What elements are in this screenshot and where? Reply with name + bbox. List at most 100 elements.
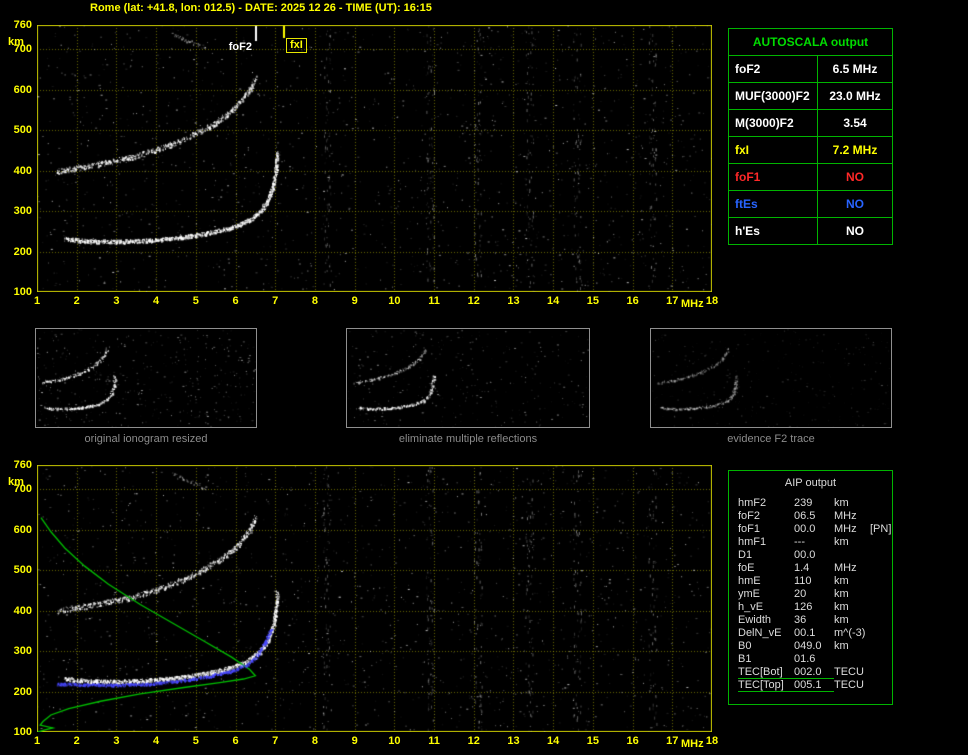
aip-unit: MHz: [834, 523, 857, 535]
aip-extra: [870, 536, 892, 549]
aip-unit: km: [834, 588, 849, 600]
thumbnail-evidence-f2: evidence F2 trace: [650, 328, 892, 445]
aip-extra: [870, 627, 892, 640]
aip-value: 110: [794, 575, 812, 587]
autoscala-row-MUF(3000)F2: MUF(3000)F2 23.0 MHz: [729, 83, 892, 110]
thumbnail-original: original ionogram resized: [35, 328, 257, 445]
aip-param: B0: [738, 640, 752, 652]
aip-value: 002.0: [794, 666, 834, 679]
autoscala-param: M(3000)F2: [729, 110, 818, 136]
ionogram-main-canvas: [37, 25, 712, 292]
restored-plot-xtick-13: 13: [507, 735, 520, 747]
aip-param: TEC[Top]: [738, 679, 794, 692]
autoscala-param: h'Es: [729, 218, 818, 244]
thumbnail-evidence-f2-caption: evidence F2 trace: [727, 433, 815, 445]
main-plot-xtick-17: 17: [666, 295, 679, 307]
main-plot-xtick-6: 6: [232, 295, 239, 307]
restored-plot-ytick-700: 700: [13, 483, 32, 496]
main-plot-xtick-14: 14: [547, 295, 560, 307]
autoscala-row-M(3000)F2: M(3000)F2 3.54: [729, 110, 892, 137]
restored-plot-xtick-8: 8: [311, 735, 318, 747]
aip-extra: [870, 640, 892, 653]
main-plot-xtick-10: 10: [388, 295, 401, 307]
aip-extra: [870, 562, 892, 575]
aip-param: hmF2: [738, 497, 767, 509]
main-plot-ytick-200: 200: [13, 245, 32, 258]
aip-param: D1: [738, 549, 753, 561]
aip-value: 06.5: [794, 510, 816, 522]
aip-unit: [834, 549, 870, 562]
aip-param: foF1: [738, 523, 761, 535]
aip-row-B1: B1 01.6: [729, 653, 892, 666]
main-plot-xtick-18: 18: [705, 295, 719, 307]
restored-plot-ytick-760: 760: [13, 459, 32, 471]
aip-value: 36: [794, 614, 807, 626]
aip-unit: MHz: [834, 510, 857, 522]
aip-extra: [870, 510, 892, 523]
aip-row-hmF1: hmF1 --- km: [729, 536, 892, 549]
aip-row-TEC[Bot]: TEC[Bot] 002.0 TECU: [729, 666, 892, 679]
main-plot-xtick-12: 12: [467, 295, 480, 307]
autoscala-param: foF1: [729, 164, 818, 190]
aip-param: hmE: [738, 575, 761, 587]
aip-extra: [870, 653, 892, 666]
aip-row-Ewidth: Ewidth 36 km: [729, 614, 892, 627]
autoscala-row-fxI: fxI 7.2 MHz: [729, 137, 892, 164]
restored-plot-xtick-15: 15: [586, 735, 599, 747]
restored-plot-ytick-600: 600: [13, 523, 32, 536]
autoscala-header: AUTOSCALA output: [729, 29, 892, 56]
autoscala-value: 6.5 MHz: [832, 62, 878, 76]
aip-row-foF2: foF2 06.5 MHz: [729, 510, 892, 523]
restored-plot-xtick-11: 11: [428, 735, 440, 747]
main-plot-ytick-700: 700: [13, 43, 32, 56]
main-plot-xtick-9: 9: [351, 295, 358, 307]
foF2-marker-label: foF2: [228, 41, 252, 53]
main-plot-xtick-1: 1: [33, 295, 41, 307]
autoscala-row-foF2: foF2 6.5 MHz: [729, 56, 892, 83]
restored-plot-xtick-14: 14: [547, 735, 560, 747]
restored-plot-ytick-200: 200: [13, 685, 32, 698]
aip-row-hmE: hmE 110 km: [729, 575, 892, 588]
aip-extra: [870, 575, 892, 588]
thumbnail-original-caption: original ionogram resized: [84, 433, 208, 445]
aip-unit: TECU: [834, 666, 864, 678]
main-plot-xtick-8: 8: [311, 295, 318, 307]
aip-row-h_vE: h_vE 126 km: [729, 601, 892, 614]
restored-plot-xtick-4: 4: [153, 735, 160, 747]
autoscala-row-h'Es: h'Es NO: [729, 218, 892, 244]
aip-unit: km: [834, 640, 849, 652]
autoscala-rows: foF2 6.5 MHz MUF(3000)F2 23.0 MHz M(3000)F2 3…: [729, 56, 892, 244]
autoscala-row-foF1: foF1 NO: [729, 164, 892, 191]
aip-value: 00.0: [794, 523, 816, 535]
restored-plot-xtick-9: 9: [351, 735, 358, 747]
aip-extra: [870, 601, 892, 614]
thumbnail-original-canvas: [35, 328, 257, 428]
aip-param: hmF1: [738, 536, 767, 548]
thumbnail-eliminate-multiples-canvas: [346, 328, 590, 428]
aip-param: DelN_vE: [738, 627, 782, 639]
aip-value: 005.1: [794, 679, 834, 692]
aip-extra: [870, 497, 892, 510]
thumbnail-eliminate-multiples-caption: eliminate multiple reflections: [398, 433, 538, 445]
aip-param: B1: [738, 653, 752, 665]
restored-plot-xtick-18: 18: [705, 735, 719, 747]
autoscala-value: NO: [846, 170, 864, 184]
aip-row-TEC[Top]: TEC[Top] 005.1 TECU: [729, 679, 892, 692]
aip-value: 239: [794, 497, 813, 509]
main-plot-ytick-400: 400: [13, 164, 32, 177]
aip-header: AIP output: [784, 477, 837, 489]
main-plot-ytick-300: 300: [13, 205, 32, 218]
aip-value: 126: [794, 601, 813, 613]
aip-extra: [870, 666, 892, 679]
aip-row-DelN_vE: DelN_vE 00.1 m^(-3): [729, 627, 892, 640]
restored-plot-xtick-12: 12: [467, 735, 480, 747]
aip-unit: [834, 653, 870, 666]
aip-param: h_vE: [738, 601, 764, 613]
restored-plot-xtick-1: 1: [33, 735, 41, 747]
aip-row-foF1: foF1 00.0 MHz [PN]: [729, 523, 892, 536]
autoscala-param: ftEs: [729, 191, 818, 217]
ionogram-restored-canvas: [37, 465, 712, 732]
main-plot-xtick-16: 16: [626, 295, 639, 307]
autoscala-row-ftEs: ftEs NO: [729, 191, 892, 218]
aip-unit: km: [834, 536, 849, 548]
